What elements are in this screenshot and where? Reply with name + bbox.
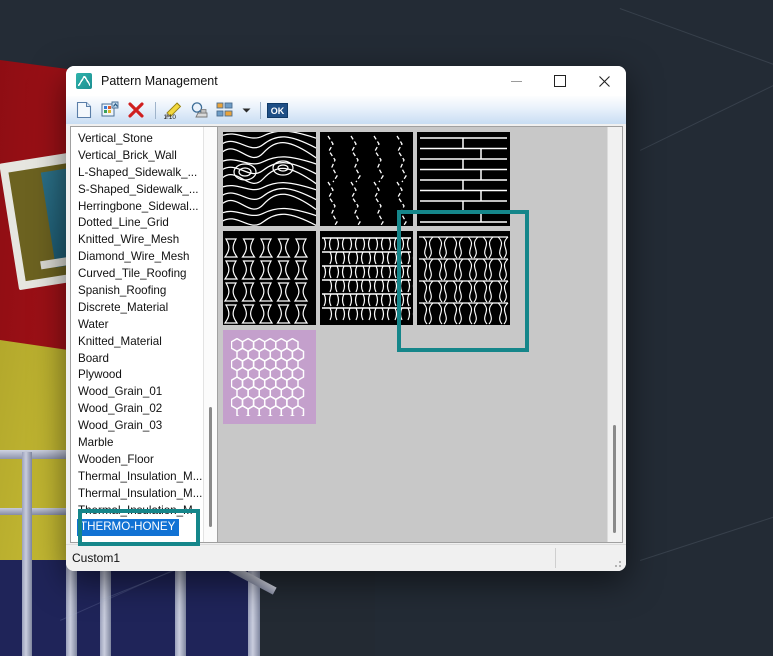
- pattern-list-scrollbar[interactable]: [203, 127, 217, 542]
- pattern-list-item[interactable]: Discrete_Material: [77, 300, 204, 317]
- pattern-list-item[interactable]: S-Shaped_Sidewalk_...: [77, 182, 204, 199]
- chevron-down-icon: [242, 108, 250, 112]
- toolbar-separator: [260, 101, 261, 119]
- gallery-scrollbar-thumb[interactable]: [613, 425, 616, 533]
- pattern-list-item[interactable]: Plywood: [77, 367, 204, 384]
- pattern-swatch[interactable]: [417, 231, 510, 325]
- grid-view-icon: [216, 102, 233, 117]
- svg-text:OK: OK: [270, 106, 284, 116]
- pattern-list-item[interactable]: Thermal_Insulation_M...: [77, 469, 204, 486]
- pattern-list-item[interactable]: Water: [77, 317, 204, 334]
- viewport-mullion-1: [22, 452, 32, 656]
- app-pattern-icon: [76, 73, 92, 89]
- pattern-list-item[interactable]: Knitted_Wire_Mesh: [77, 232, 204, 249]
- pattern-list-item[interactable]: Wood_Grain_03: [77, 418, 204, 435]
- status-text: Custom1: [72, 551, 121, 565]
- import-pattern-button[interactable]: [98, 99, 122, 121]
- thumbnail-wood-grain[interactable]: [222, 131, 317, 227]
- pattern-list-item[interactable]: Wood_Grain_01: [77, 384, 204, 401]
- pattern-swatch[interactable]: [223, 330, 316, 424]
- svg-text:1:10: 1:10: [163, 114, 176, 120]
- pattern-list-item[interactable]: Vertical_Stone: [77, 131, 204, 148]
- pattern-swatch[interactable]: [223, 231, 316, 325]
- delete-x-icon: [128, 102, 144, 118]
- pattern-list-item[interactable]: Knitted_Material: [77, 334, 204, 351]
- pattern-list-item[interactable]: Marble: [77, 435, 204, 452]
- ok-badge-icon: OK: [266, 102, 288, 118]
- edit-scale-button[interactable]: 1:10: [161, 99, 185, 121]
- thumbnail-thermal-insulation[interactable]: [222, 230, 317, 326]
- pattern-list-item[interactable]: Spanish_Roofing: [77, 283, 204, 300]
- pattern-list-item[interactable]: Wood_Grain_02: [77, 401, 204, 418]
- close-button[interactable]: [582, 66, 626, 96]
- pattern-list-item-selected[interactable]: THERMO-HONEY: [77, 519, 180, 537]
- pattern-list-item[interactable]: Herringbone_Sidewal...: [77, 199, 204, 216]
- dialog-title: Pattern Management: [101, 74, 218, 88]
- thumbnail-wooden-floor[interactable]: [416, 131, 511, 227]
- pattern-list-item[interactable]: Thermal_Insulation_M...: [77, 486, 204, 503]
- pattern-list-item[interactable]: Curved_Tile_Roofing: [77, 266, 204, 283]
- new-pattern-button[interactable]: [72, 99, 96, 121]
- view-mode-dropdown[interactable]: [239, 99, 253, 121]
- toolbar-separator: [155, 101, 156, 119]
- viewport-guide-line: [640, 9, 773, 151]
- pattern-swatch[interactable]: [417, 132, 510, 226]
- new-document-icon: [76, 101, 91, 119]
- pattern-management-dialog[interactable]: Pattern Management 1:10 OK Vertical_Ston…: [66, 66, 626, 571]
- pattern-list-item[interactable]: Diamond_Wire_Mesh: [77, 249, 204, 266]
- dialog-title-bar[interactable]: Pattern Management: [66, 66, 626, 96]
- minimize-button[interactable]: [494, 66, 538, 96]
- pattern-list[interactable]: Vertical_Stone Vertical_Brick_Wall L-Shape…: [71, 127, 204, 542]
- pattern-swatch[interactable]: [223, 132, 316, 226]
- pattern-list-item[interactable]: L-Shaped_Sidewalk_...: [77, 165, 204, 182]
- maximize-button[interactable]: [538, 66, 582, 96]
- gallery-scrollbar[interactable]: [607, 127, 622, 542]
- dialog-body: Vertical_Stone Vertical_Brick_Wall L-Shape…: [66, 124, 626, 545]
- pattern-swatch[interactable]: [320, 231, 413, 325]
- thumbnail-brick-knit[interactable]: [319, 230, 414, 326]
- viewport-guide-line: [640, 467, 773, 561]
- pattern-list-item[interactable]: Thermal_Insulation_M: [77, 503, 204, 520]
- pencil-scale-icon: 1:10: [163, 101, 181, 120]
- pattern-list-panel[interactable]: Vertical_Stone Vertical_Brick_Wall L-Shape…: [70, 126, 218, 543]
- pattern-gallery[interactable]: [218, 126, 623, 543]
- status-divider: [555, 548, 556, 568]
- resize-grip[interactable]: [611, 557, 623, 569]
- pattern-list-item-selected-row[interactable]: THERMO-HONEY: [77, 519, 204, 537]
- pattern-list-item[interactable]: Board: [77, 351, 204, 368]
- dialog-toolbar[interactable]: 1:10 OK: [66, 96, 626, 125]
- thumbnail-thermo-honey[interactable]: [222, 329, 317, 425]
- thumbnail-knitted-material[interactable]: [416, 230, 511, 326]
- thumbnail-marble-crack[interactable]: [319, 131, 414, 227]
- view-mode-button[interactable]: [213, 99, 237, 121]
- pattern-list-scrollbar-thumb[interactable]: [209, 407, 212, 527]
- magnifier-stamp-icon: [191, 102, 207, 118]
- viewport-ceiling: [0, 0, 290, 72]
- delete-pattern-button[interactable]: [124, 99, 148, 121]
- window-controls: [494, 66, 626, 96]
- pattern-list-item[interactable]: Wooden_Floor: [77, 452, 204, 469]
- pattern-list-item[interactable]: Vertical_Brick_Wall: [77, 148, 204, 165]
- preview-button[interactable]: [187, 99, 211, 121]
- status-bar: Custom1: [66, 544, 626, 571]
- pattern-list-item[interactable]: Dotted_Line_Grid: [77, 215, 204, 232]
- pattern-swatch[interactable]: [320, 132, 413, 226]
- ok-button[interactable]: OK: [266, 99, 288, 121]
- import-palette-icon: [101, 101, 118, 117]
